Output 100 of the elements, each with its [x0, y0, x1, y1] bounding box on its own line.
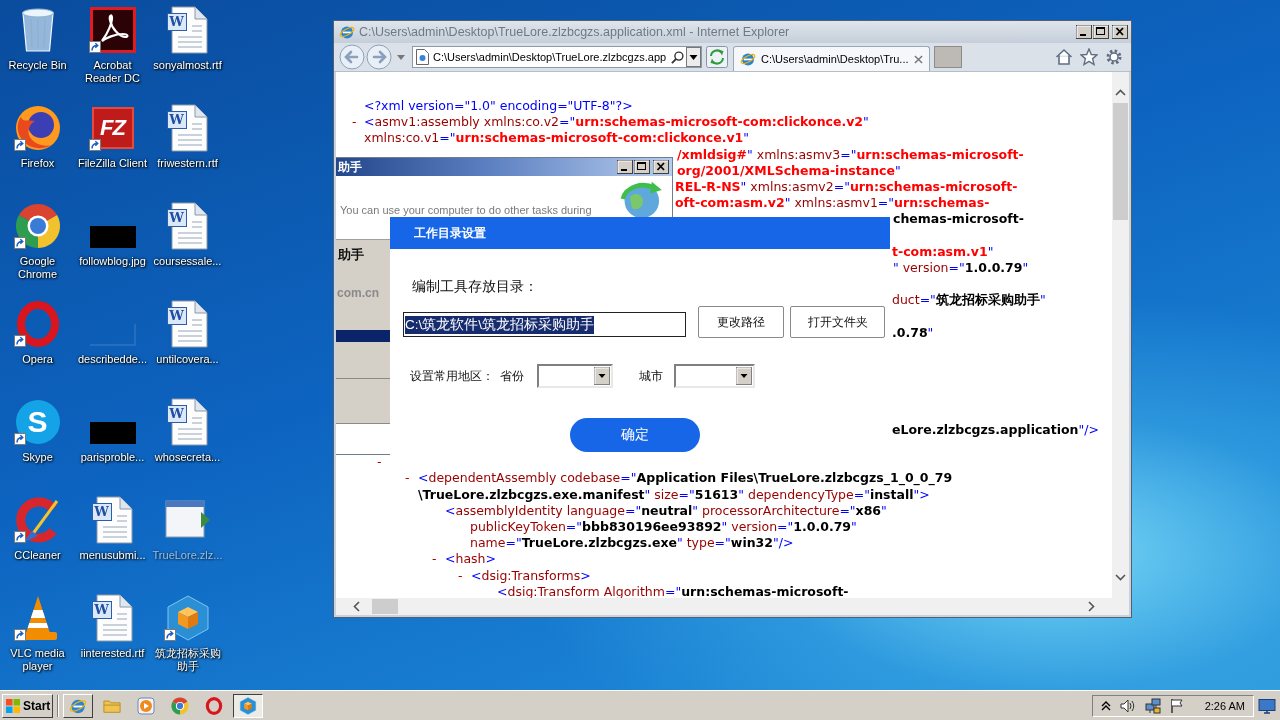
flag-icon[interactable] — [1169, 697, 1184, 714]
icon-label[interactable]: untilcovera... — [151, 353, 224, 366]
broom-icon[interactable] — [14, 497, 61, 543]
collapse-toggle[interactable]: - — [405, 470, 413, 487]
taskbar-button[interactable] — [233, 693, 263, 718]
speaker-icon[interactable] — [1119, 697, 1136, 714]
letter-badge: W — [166, 405, 187, 423]
highlight-bar — [336, 330, 390, 342]
swirl-logo-icon[interactable] — [89, 7, 136, 53]
xml-code-line: /xmldsig#" xmlns:asmv3="urn:schemas-microsoft- — [677, 146, 1024, 163]
city-select[interactable] — [674, 364, 755, 388]
maximize-button[interactable] — [634, 160, 650, 174]
xml-code-line: t-com:asm.v1" — [892, 243, 994, 260]
province-select[interactable] — [537, 364, 613, 388]
dialog-button[interactable]: 打开文件夹 — [790, 306, 885, 338]
icon-label[interactable]: Opera — [1, 353, 74, 366]
icon-label[interactable]: 筑龙招标采购助手 — [151, 647, 224, 673]
province-label: 省份 — [500, 367, 524, 385]
icon-label[interactable]: followblog.jpg — [76, 255, 149, 268]
icon-label[interactable]: Skype — [1, 451, 74, 464]
xml-code-line: publicKeyToken="bbb830196ee93892" version="1.0.0.79" — [470, 518, 857, 535]
chevron-up-icon[interactable] — [1100, 700, 1111, 711]
scrollbar-thumb[interactable] — [1113, 103, 1128, 220]
icon-label[interactable]: FileZilla Client — [76, 157, 149, 170]
xml-code-line: REL-R-NS" xmlns:asmv2="urn:schemas-microsoft- — [675, 179, 1018, 196]
star-icon[interactable] — [1080, 48, 1098, 66]
clock[interactable]: 2:26 AM — [1204, 699, 1245, 712]
collapse-toggle[interactable]: - — [458, 567, 466, 584]
icon-label[interactable]: describedde... — [76, 353, 149, 366]
flag-logo-icon — [5, 697, 21, 714]
browser-icon — [740, 51, 756, 67]
xml-code-line: <dsig:Transforms> — [471, 567, 591, 584]
icon-label[interactable]: Recycle Bin — [1, 59, 74, 72]
letter-badge: W — [166, 111, 187, 129]
circle-logo-icon[interactable] — [14, 203, 61, 249]
new-tab-button[interactable] — [933, 46, 962, 68]
city-label: 城市 — [639, 367, 663, 385]
scrollbar-thumb[interactable] — [372, 599, 398, 614]
app-logo[interactable]: FZ — [91, 107, 134, 149]
xml-code-line: <asmv1:assembly xmlns:co.v2="urn:schemas-microsoft-com:clickonce.v2" — [364, 114, 869, 131]
icon-label[interactable]: sonyalmost.rtf — [151, 59, 224, 72]
image-thumbnail[interactable] — [89, 422, 136, 444]
xml-code-line: name="TrueLore.zlzbcgzs.exe" type="win32"/> — [470, 535, 794, 552]
region-label: 设置常用地区： — [410, 367, 494, 385]
letter-badge: W — [91, 503, 112, 521]
dropdown-arrow-icon[interactable] — [594, 367, 610, 385]
icon-label[interactable]: Google Chrome — [1, 255, 74, 281]
icon-label[interactable]: friwestern.rtf — [151, 157, 224, 170]
xml-code-line: chemas-microsoft- — [893, 211, 1024, 228]
progress-message: You can use your computer to do other tasks during — [340, 204, 592, 216]
image-thumbnail[interactable] — [89, 226, 136, 248]
dropdown-button[interactable] — [686, 47, 701, 67]
dropdown-arrow-icon[interactable] — [736, 367, 752, 385]
letter-badge: W — [166, 13, 187, 31]
icon-label[interactable]: CCleaner — [1, 549, 74, 562]
letter-badge: W — [91, 601, 112, 619]
close-icon[interactable] — [913, 54, 923, 64]
path-field[interactable]: C:\筑龙软件\筑龙招标采购助手 — [403, 312, 686, 337]
show-desktop-button[interactable] — [1258, 697, 1276, 714]
xml-code-line: \TrueLore.zlzbcgzs.exe.manifest" size="51613" dependencyType="install"> — [418, 486, 930, 503]
icon-label[interactable]: coursessale... — [151, 255, 224, 268]
image-thumbnail[interactable] — [89, 324, 136, 346]
collapse-toggle[interactable]: - — [352, 114, 360, 131]
address-field[interactable]: C:\Users\admin\Desktop\TrueLore.zlzbcgzs.app — [412, 46, 702, 68]
close-button[interactable] — [653, 160, 669, 174]
icon-label[interactable]: parisproble... — [76, 451, 149, 464]
website-text: com.cn — [336, 285, 380, 301]
icon-label[interactable]: menusubmi... — [76, 549, 149, 562]
window-title: C:\Users\admin\Desktop\TrueLore.zlzbcgzs.application.xml - Internet Explorer — [359, 25, 790, 39]
cube-icon[interactable] — [164, 595, 211, 641]
dialog-button[interactable]: 更改路径 — [698, 306, 784, 338]
icon-label[interactable]: Firefox — [1, 157, 74, 170]
confirm-button[interactable]: 确定 — [570, 418, 700, 452]
ring-logo-icon — [205, 696, 223, 715]
window-arrow-icon[interactable] — [164, 500, 211, 540]
recycle-bin-icon[interactable] — [20, 8, 55, 52]
xml-code-line: <dsig:Transform Algorithm="urn:schemas-microsoft- — [497, 583, 849, 600]
ring-logo-icon[interactable] — [14, 301, 61, 347]
circle-logo-icon — [171, 696, 189, 715]
network-icon[interactable] — [1144, 697, 1161, 714]
refresh-button[interactable] — [706, 46, 728, 68]
xml-code-line: <dependentAssembly codebase="Application Files\TrueLore.zlzbcgzs_1_0_0_79 — [418, 470, 953, 487]
settings-icon[interactable] — [1105, 48, 1123, 66]
start-button[interactable]: Start — [2, 693, 53, 718]
icon-label[interactable]: whosecreta... — [151, 451, 224, 464]
search-icon[interactable] — [671, 50, 684, 64]
collapse-toggle[interactable]: - — [432, 551, 440, 568]
collapse-toggle[interactable]: - — [377, 454, 385, 471]
icon-label[interactable]: Acrobat Reader DC — [76, 59, 149, 85]
fox-globe-icon[interactable] — [14, 105, 61, 151]
play-icon — [137, 696, 155, 715]
minimize-button[interactable] — [617, 160, 633, 174]
home-icon[interactable] — [1055, 48, 1073, 66]
dialog-title: 工作目录设置 — [414, 224, 486, 242]
caret-icon[interactable] — [397, 54, 405, 60]
icon-label[interactable]: VLC media player — [1, 647, 74, 673]
browser-tab[interactable]: C:\Users\admin\Desktop\Tru... — [733, 46, 930, 71]
icon-label[interactable]: iinterested.rtf — [76, 647, 149, 660]
path-label: 编制工具存放目录： — [412, 278, 538, 296]
page-icon — [416, 49, 429, 65]
